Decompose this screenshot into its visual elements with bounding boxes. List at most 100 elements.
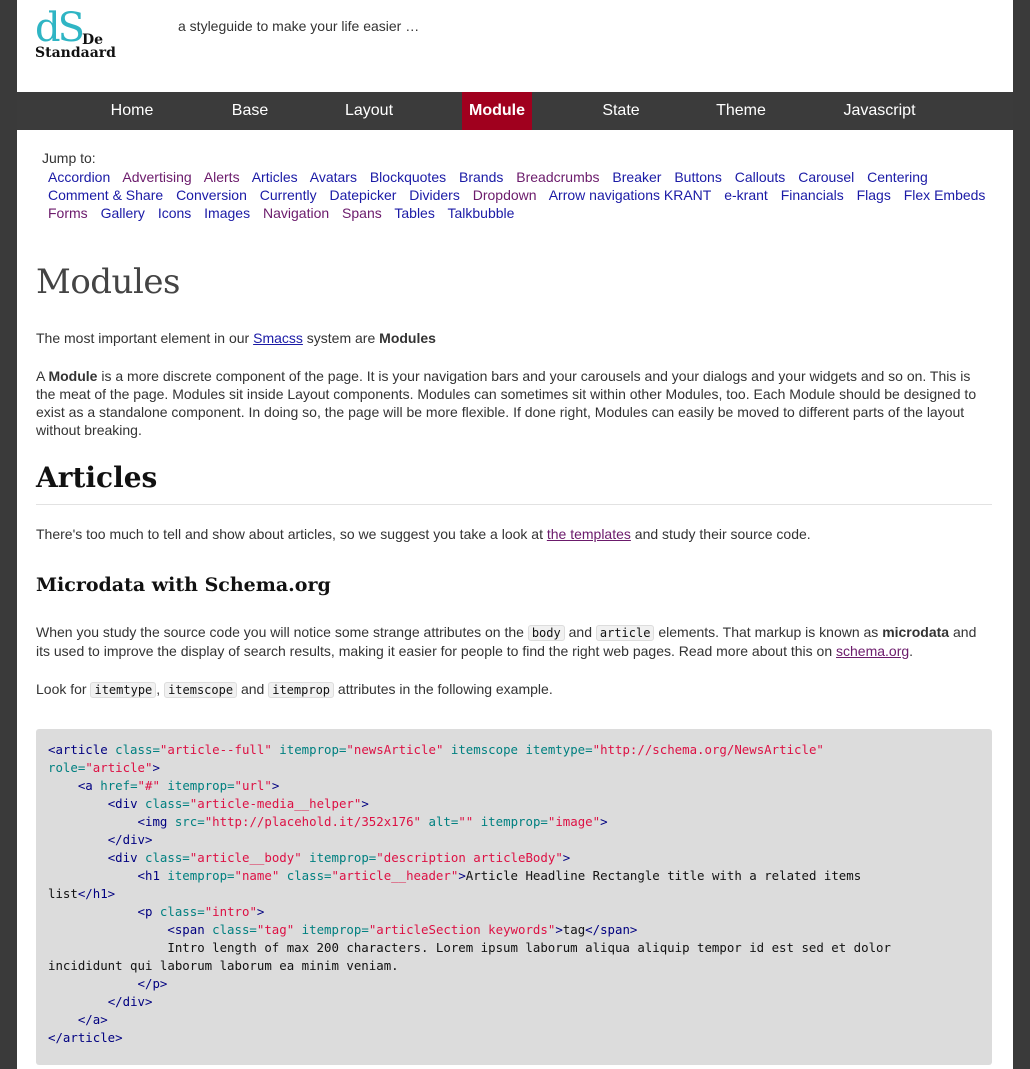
code-token: "article__header": [331, 868, 459, 883]
code-token: </div>: [107, 832, 153, 847]
code-token: "article-media__helper": [189, 796, 362, 811]
section-divider: [36, 504, 992, 505]
jump-link-callouts[interactable]: Callouts: [735, 169, 786, 185]
page-title: Modules: [36, 262, 180, 302]
smacss-link[interactable]: Smacss: [253, 330, 303, 346]
code-token: <div: [107, 796, 145, 811]
jump-link-flex-embeds[interactable]: Flex Embeds: [904, 187, 986, 203]
main-nav: Home Base Layout Module State Theme Java…: [17, 92, 1013, 130]
code-line: role="article">: [48, 759, 980, 777]
code-token: itemprop=: [159, 778, 235, 793]
jump-link-icons[interactable]: Icons: [158, 205, 191, 221]
jump-link-breaker[interactable]: Breaker: [612, 169, 661, 185]
jump-link-comment-share[interactable]: Comment & Share: [48, 187, 163, 203]
jump-link-brands[interactable]: Brands: [459, 169, 503, 185]
nav-item-state[interactable]: State: [591, 92, 651, 130]
code-token: alt=: [421, 814, 459, 829]
jump-link-blockquotes[interactable]: Blockquotes: [370, 169, 446, 185]
jump-link-arrow-navigations-krant[interactable]: Arrow navigations KRANT: [549, 187, 712, 203]
jump-link-dropdown[interactable]: Dropdown: [473, 187, 537, 203]
articles-text-2: and study their source code.: [630, 526, 811, 542]
code-token: >: [555, 922, 563, 937]
code-token: </span>: [585, 922, 638, 937]
jump-link-alerts[interactable]: Alerts: [204, 169, 240, 185]
code-token: "http://schema.org/NewsArticle": [592, 742, 824, 757]
code-token: <div: [107, 850, 145, 865]
code-token: role=: [48, 760, 86, 775]
jump-link-navigation[interactable]: Navigation: [263, 205, 329, 221]
nav-item-module[interactable]: Module: [462, 92, 532, 130]
look-paragraph: Look for itemtype, itemscope and itempro…: [36, 680, 992, 699]
code-token: itemprop=: [294, 922, 369, 937]
code-token: </a>: [77, 1012, 108, 1027]
jump-link-breadcrumbs[interactable]: Breadcrumbs: [516, 169, 599, 185]
articles-text-1: There's too much to tell and show about …: [36, 526, 547, 542]
jump-link-e-krant[interactable]: e-krant: [724, 187, 768, 203]
code-token: itemprop=: [271, 742, 347, 757]
jump-link-carousel[interactable]: Carousel: [798, 169, 854, 185]
micro-text-1: When you study the source code you will …: [36, 624, 528, 640]
nav-item-theme[interactable]: Theme: [706, 92, 776, 130]
jump-link-buttons[interactable]: Buttons: [674, 169, 721, 185]
jump-to: Jump to: Accordion Advertising Alerts Ar…: [42, 150, 1002, 222]
jump-link-gallery[interactable]: Gallery: [101, 205, 145, 221]
logo-standaard: Standaard: [35, 45, 116, 61]
jump-link-talkbubble[interactable]: Talkbubble: [447, 205, 514, 221]
code-token: list: [48, 886, 78, 901]
page-frame: dS De Standaard a styleguide to make you…: [17, 0, 1013, 1069]
module-text-2: is a more discrete component of the page…: [36, 368, 977, 438]
nav-item-base[interactable]: Base: [220, 92, 280, 130]
code-token: <h1: [137, 868, 168, 883]
code-token: >: [152, 760, 160, 775]
tagline: a styleguide to make your life easier …: [178, 18, 420, 34]
code-itemprop: itemprop: [268, 682, 335, 698]
code-body: body: [527, 625, 565, 641]
code-token: class=: [115, 742, 160, 757]
jump-link-articles[interactable]: Articles: [252, 169, 298, 185]
jump-link-spans[interactable]: Spans: [342, 205, 382, 221]
code-line: Intro length of max 200 characters. Lore…: [48, 939, 980, 957]
code-token: "article__body": [189, 850, 302, 865]
jump-link-currently[interactable]: Currently: [260, 187, 317, 203]
nav-item-home[interactable]: Home: [102, 92, 162, 130]
code-line: <span class="tag" itemprop="articleSecti…: [48, 921, 980, 939]
jump-link-accordion[interactable]: Accordion: [48, 169, 110, 185]
schema-org-link[interactable]: schema.org: [836, 643, 909, 659]
jump-link-dividers[interactable]: Dividers: [409, 187, 460, 203]
jump-link-images[interactable]: Images: [204, 205, 250, 221]
look-text-4: attributes in the following example.: [334, 681, 553, 697]
jump-link-datepicker[interactable]: Datepicker: [329, 187, 396, 203]
code-line: <p class="intro">: [48, 903, 980, 921]
jump-link-advertising[interactable]: Advertising: [122, 169, 191, 185]
code-line: </a>: [48, 1011, 980, 1029]
code-token: class=: [279, 868, 332, 883]
code-token: <p: [137, 904, 160, 919]
jump-link-forms[interactable]: Forms: [48, 205, 88, 221]
code-token: "http://placehold.it/352x176": [204, 814, 422, 829]
code-line: </div>: [48, 993, 980, 1011]
code-token: Intro length of max 200 characters. Lore…: [48, 940, 891, 955]
code-token: "article": [85, 760, 153, 775]
jump-link-conversion[interactable]: Conversion: [176, 187, 247, 203]
jump-link-centering[interactable]: Centering: [867, 169, 928, 185]
jump-link-avatars[interactable]: Avatars: [310, 169, 357, 185]
jump-link-tables[interactable]: Tables: [394, 205, 434, 221]
intro-text-2: system are: [302, 330, 380, 346]
de-standaard-logo[interactable]: dS De Standaard: [35, 8, 125, 64]
nav-item-javascript[interactable]: Javascript: [832, 92, 927, 130]
look-text-2: ,: [156, 681, 165, 697]
templates-link[interactable]: the templates: [547, 526, 631, 542]
articles-paragraph: There's too much to tell and show about …: [36, 525, 992, 543]
jump-link-financials[interactable]: Financials: [781, 187, 844, 203]
jump-link-flags[interactable]: Flags: [857, 187, 891, 203]
nav-item-layout[interactable]: Layout: [334, 92, 404, 130]
code-token: >: [361, 796, 369, 811]
micro-text-5: .: [909, 643, 914, 659]
code-token: >: [271, 778, 280, 793]
code-token: "articleSection keywords": [368, 922, 556, 937]
look-text-3: and: [237, 681, 269, 697]
